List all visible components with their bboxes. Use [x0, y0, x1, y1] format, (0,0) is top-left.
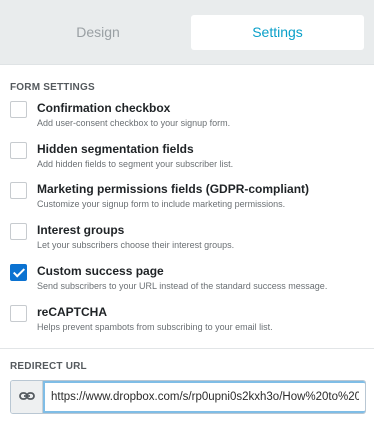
- option-description: Add hidden fields to segment your subscr…: [37, 159, 234, 169]
- redirect-url-input[interactable]: [43, 381, 365, 413]
- option-description: Helps prevent spambots from subscribing …: [37, 322, 273, 332]
- option-custom-success-page: Custom success page Send subscribers to …: [10, 264, 370, 300]
- tab-bar: Design Settings: [0, 0, 374, 65]
- option-description: Add user-consent checkbox to your signup…: [37, 118, 231, 128]
- link-icon: [18, 388, 35, 406]
- checkbox[interactable]: [10, 223, 27, 240]
- tab-settings[interactable]: Settings: [191, 15, 364, 50]
- tab-design[interactable]: Design: [10, 15, 186, 50]
- option-marketing-permissions: Marketing permissions fields (GDPR-compl…: [10, 182, 370, 218]
- option-title: Marketing permissions fields (GDPR-compl…: [37, 182, 310, 196]
- option-title: reCAPTCHA: [37, 305, 108, 319]
- form-settings-heading: FORM SETTINGS: [10, 82, 95, 93]
- option-description: Send subscribers to your URL instead of …: [37, 281, 328, 291]
- section-divider: [0, 348, 374, 349]
- option-hidden-segmentation-fields: Hidden segmentation fields Add hidden fi…: [10, 142, 370, 178]
- option-description: Customize your signup form to include ma…: [37, 199, 286, 209]
- link-addon: [11, 381, 43, 413]
- redirect-url-group: [10, 380, 366, 414]
- option-confirmation-checkbox: Confirmation checkbox Add user-consent c…: [10, 101, 370, 137]
- option-title: Confirmation checkbox: [37, 101, 171, 115]
- option-recaptcha: reCAPTCHA Helps prevent spambots from su…: [10, 305, 370, 341]
- option-title: Hidden segmentation fields: [37, 142, 194, 156]
- checkbox[interactable]: [10, 142, 27, 159]
- option-title: Custom success page: [37, 264, 164, 278]
- option-interest-groups: Interest groups Let your subscribers cho…: [10, 223, 370, 259]
- option-title: Interest groups: [37, 223, 125, 237]
- redirect-url-heading: REDIRECT URL: [10, 361, 87, 372]
- checkbox-checked[interactable]: [10, 264, 27, 281]
- option-description: Let your subscribers choose their intere…: [37, 240, 235, 250]
- checkbox[interactable]: [10, 305, 27, 322]
- checkbox[interactable]: [10, 101, 27, 118]
- checkbox[interactable]: [10, 182, 27, 199]
